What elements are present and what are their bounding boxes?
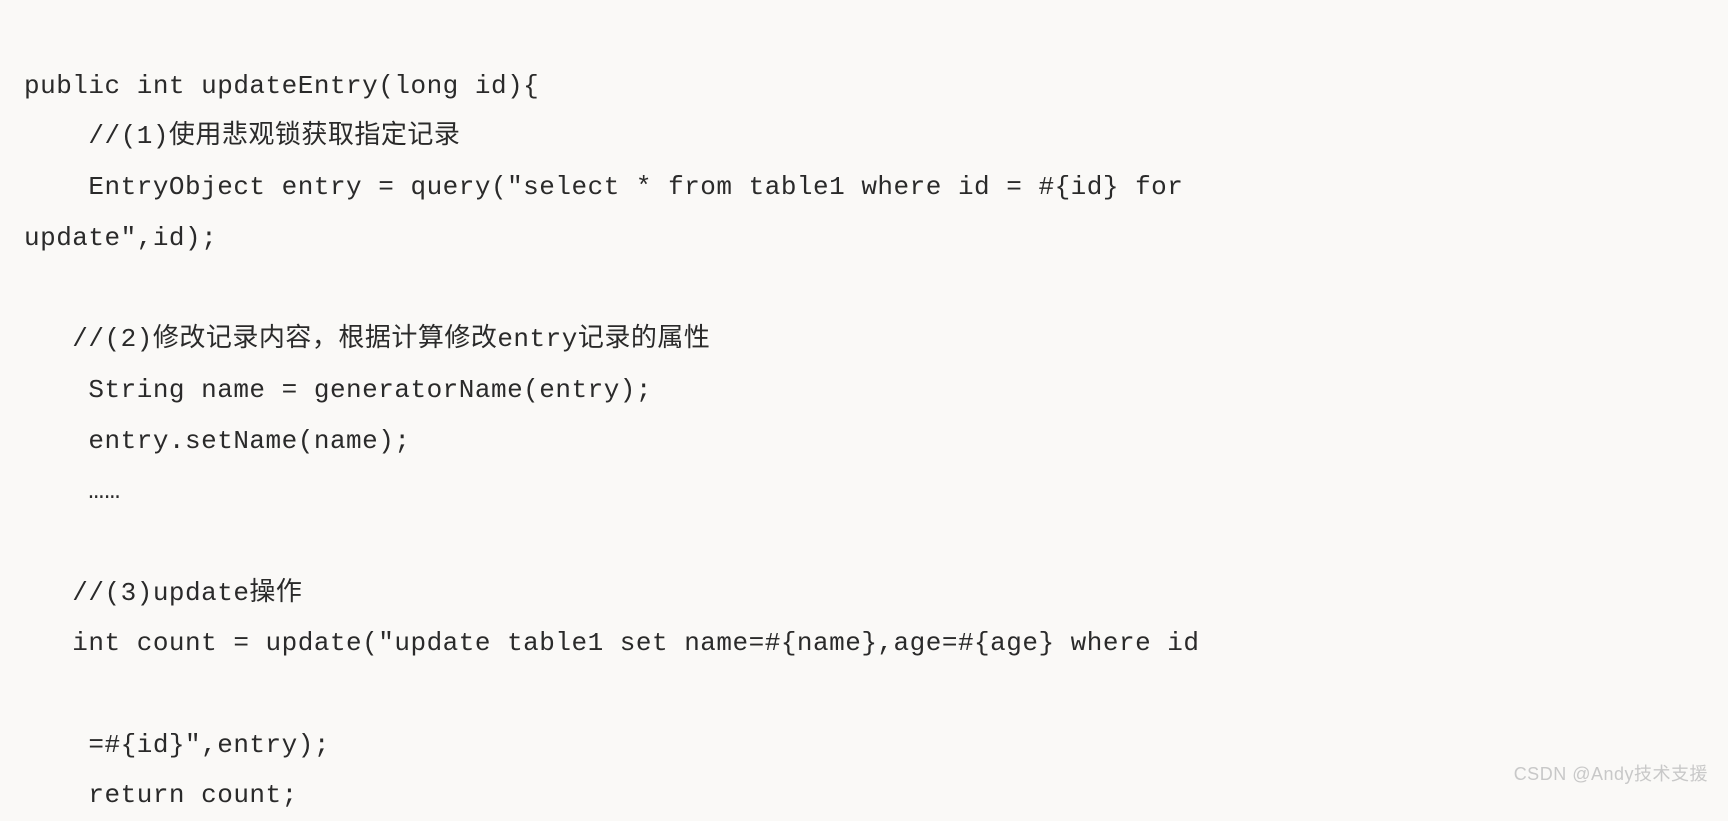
code-line: entry.setName(name); [24,426,410,456]
watermark-text: CSDN @Andy技术支援 [1514,757,1708,792]
code-line: //(3)update操作 [24,578,302,608]
code-line: //(2)修改记录内容，根据计算修改entry记录的属性 [24,324,710,354]
code-line: String name = generatorName(entry); [24,375,652,405]
code-block: public int updateEntry(long id){ //(1)使用… [24,10,1728,821]
code-line: =#{id}",entry); [24,730,330,760]
code-line: EntryObject entry = query("select * from… [24,172,1183,202]
code-line: public int updateEntry(long id){ [24,71,539,101]
code-line: update",id); [24,223,217,253]
code-line: int count = update("update table1 set na… [24,628,1200,658]
code-line: //(1)使用悲观锁获取指定记录 [24,121,460,151]
code-line: return count; [24,780,298,810]
code-line: …… [24,476,121,506]
